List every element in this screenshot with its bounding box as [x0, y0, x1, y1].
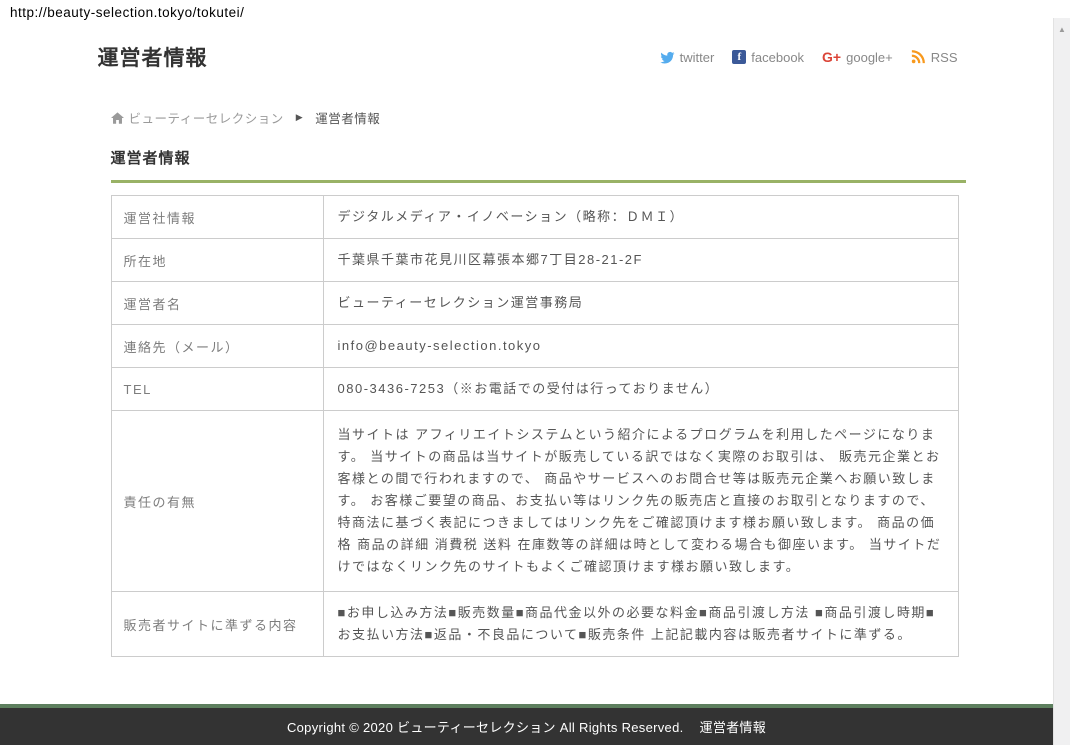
table-row: 販売者サイトに準ずる内容 ■お申し込み方法■販売数量■商品代金以外の必要な料金■… — [111, 592, 958, 657]
row-label: 運営者名 — [111, 282, 323, 325]
rss-label: RSS — [931, 50, 958, 65]
twitter-link[interactable]: twitter — [660, 50, 715, 65]
row-label: TEL — [111, 368, 323, 411]
breadcrumb-home-link[interactable]: ビューティーセレクション — [111, 108, 284, 127]
table-row: TEL 080-3436-7253（※お電話での受付は行っておりません） — [111, 368, 958, 411]
breadcrumb: ビューティーセレクション ▶ 運営者情報 — [111, 108, 958, 127]
footer-operator-info-link[interactable]: 運営者情報 — [700, 717, 767, 736]
table-row: 運営社情報 デジタルメディア・イノベーション（略称：ＤＭＩ） — [111, 196, 958, 239]
site-footer: Copyright © 2020 ビューティーセレクション All Rights… — [0, 704, 1053, 745]
scrollbar-up-arrow[interactable]: ▲ — [1054, 18, 1070, 34]
row-label: 運営社情報 — [111, 196, 323, 239]
twitter-label: twitter — [680, 50, 715, 65]
vertical-scrollbar[interactable]: ▲ — [1053, 18, 1070, 745]
breadcrumb-current: 運営者情報 — [315, 108, 380, 127]
google-plus-link[interactable]: G+ google+ — [822, 49, 893, 65]
row-value: 当サイトは アフィリエイトシステムという紹介によるプログラムを利用したページにな… — [323, 411, 958, 592]
google-plus-label: google+ — [846, 50, 893, 65]
site-header: 運営者情報 twitter f facebook G+ google+ — [96, 42, 958, 72]
row-value: デジタルメディア・イノベーション（略称：ＤＭＩ） — [323, 196, 958, 239]
row-value: 千葉県千葉市花見川区幕張本郷7丁目28-21-2F — [323, 239, 958, 282]
breadcrumb-home-label: ビューティーセレクション — [129, 108, 284, 127]
row-value: info@beauty-selection.tokyo — [323, 325, 958, 368]
footer-copyright: Copyright © 2020 ビューティーセレクション All Rights… — [287, 717, 684, 736]
rss-link[interactable]: RSS — [911, 50, 958, 65]
section-heading: 運営者情報 — [111, 147, 966, 168]
table-row: 連絡先（メール） info@beauty-selection.tokyo — [111, 325, 958, 368]
facebook-icon: f — [732, 50, 746, 64]
home-icon — [111, 112, 124, 124]
google-plus-icon: G+ — [822, 49, 841, 65]
table-row: 運営者名 ビューティーセレクション運営事務局 — [111, 282, 958, 325]
row-value: 080-3436-7253（※お電話での受付は行っておりません） — [323, 368, 958, 411]
breadcrumb-separator-icon: ▶ — [296, 112, 303, 123]
row-label: 所在地 — [111, 239, 323, 282]
operator-info-table: 運営社情報 デジタルメディア・イノベーション（略称：ＤＭＩ） 所在地 千葉県千葉… — [111, 195, 959, 657]
twitter-icon — [660, 50, 675, 65]
rss-icon — [911, 50, 926, 65]
table-row: 所在地 千葉県千葉市花見川区幕張本郷7丁目28-21-2F — [111, 239, 958, 282]
row-value: ビューティーセレクション運営事務局 — [323, 282, 958, 325]
section-heading-wrap: 運営者情報 — [111, 147, 966, 183]
row-value: ■お申し込み方法■販売数量■商品代金以外の必要な料金■商品引渡し方法 ■商品引渡… — [323, 592, 958, 657]
row-label: 責任の有無 — [111, 411, 323, 592]
row-label: 販売者サイトに準ずる内容 — [111, 592, 323, 657]
facebook-link[interactable]: f facebook — [732, 50, 804, 65]
table-row: 責任の有無 当サイトは アフィリエイトシステムという紹介によるプログラムを利用し… — [111, 411, 958, 592]
page-body: 運営者情報 twitter f facebook G+ google+ — [0, 0, 1053, 657]
facebook-label: facebook — [751, 50, 804, 65]
social-links: twitter f facebook G+ google+ RSS — [660, 49, 958, 65]
row-label: 連絡先（メール） — [111, 325, 323, 368]
page-title: 運営者情報 — [98, 42, 208, 72]
page-url: http://beauty-selection.tokyo/tokutei/ — [10, 5, 244, 20]
